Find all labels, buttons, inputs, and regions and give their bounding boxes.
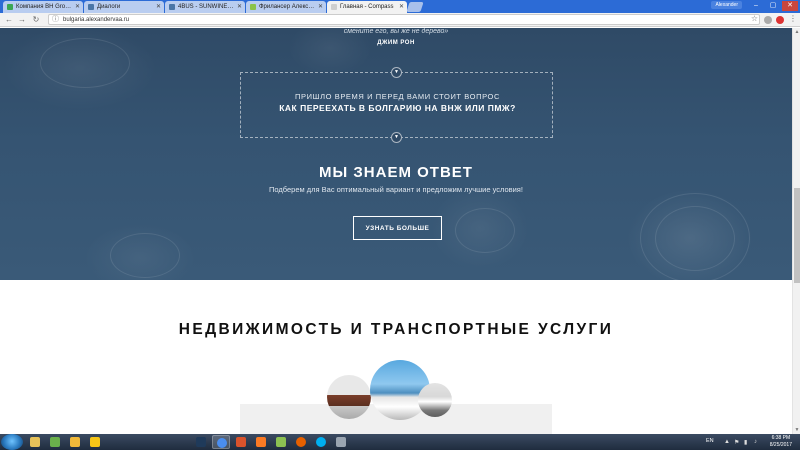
- tray-arrow-icon[interactable]: ▲: [724, 439, 730, 445]
- tab-label: Главная - Compass: [340, 4, 394, 10]
- xampp-icon: [256, 437, 266, 447]
- minimize-button[interactable]: –: [748, 1, 764, 11]
- tab-compass-home[interactable]: Главная - Compass ✕: [327, 1, 407, 13]
- tab-bh-group[interactable]: Компания BH Group - С ✕: [3, 1, 83, 13]
- window-close-button[interactable]: ✕: [782, 1, 798, 11]
- favicon-icon: [331, 4, 337, 10]
- tab-label: Диалоги: [97, 4, 121, 10]
- answer-title: МЫ ЗНАЕМ ОТВЕТ: [319, 164, 473, 181]
- taskbar-app[interactable]: [192, 435, 210, 449]
- warning-app-icon: [90, 437, 100, 447]
- explorer-icon: [30, 437, 40, 447]
- taskbar-app[interactable]: [86, 435, 104, 449]
- network-icon: [336, 437, 346, 447]
- close-icon[interactable]: ✕: [399, 1, 404, 13]
- chevron-down-icon: ▼: [391, 132, 402, 143]
- tab-dialogs[interactable]: Диалоги ✕: [84, 1, 164, 13]
- taskbar-app[interactable]: [66, 435, 84, 449]
- taskbar-app[interactable]: [332, 435, 350, 449]
- browser-toolbar: ← → ↻ ⓘ bulgaria.alexandervaa.ru ☆ ⋮: [0, 13, 800, 27]
- quote-author: ДЖИМ РОН: [377, 40, 415, 46]
- url-text: bulgaria.alexandervaa.ru: [63, 17, 130, 23]
- scroll-down-icon[interactable]: ▼: [793, 426, 800, 434]
- start-button[interactable]: [1, 434, 23, 450]
- close-icon[interactable]: ✕: [237, 1, 242, 13]
- question-box: ▼ ПРИШЛО ВРЕМЯ И ПЕРЕД ВАМИ СТОИТ ВОПРОС…: [240, 67, 553, 143]
- answer-subtitle: Подберем для Вас оптимальный вариант и п…: [269, 185, 523, 194]
- back-icon[interactable]: ←: [4, 15, 14, 25]
- page-info-icon[interactable]: ⓘ: [52, 15, 59, 25]
- hero-section: смените его, вы же не дерево» ДЖИМ РОН ▼…: [0, 28, 792, 283]
- network-icon[interactable]: ▮: [744, 439, 747, 446]
- favicon-icon: [7, 4, 13, 10]
- shell-decoration: [455, 208, 515, 253]
- browser-tab-strip: Компания BH Group - С ✕ Диалоги ✕ 4BUS -…: [0, 0, 800, 13]
- tab-label: Компания BH Group - С: [16, 4, 74, 10]
- maximize-button[interactable]: ▢: [765, 1, 781, 11]
- clock-date: 8/25/2017: [769, 441, 792, 448]
- favicon-icon: [250, 4, 256, 10]
- forward-icon[interactable]: →: [17, 15, 27, 25]
- favicon-icon: [88, 4, 94, 10]
- clock[interactable]: 6:38 PM 8/25/2017: [770, 435, 792, 448]
- house-photo: [327, 375, 371, 419]
- chevron-down-icon: ▼: [391, 67, 402, 78]
- clock-time: 6:38 PM: [771, 435, 791, 441]
- taskbar-app[interactable]: [292, 435, 310, 449]
- browser-menu-icon[interactable]: ⋮: [789, 14, 797, 23]
- media-icon: [236, 437, 246, 447]
- new-tab-button[interactable]: [406, 2, 424, 12]
- tab-label: Фрилансер Александр: [259, 4, 317, 10]
- language-indicator[interactable]: EN: [706, 438, 714, 444]
- taskbar-app[interactable]: [26, 435, 44, 449]
- chrome-icon: [217, 438, 227, 448]
- firefox-icon: [296, 437, 306, 447]
- page-viewport: смените его, вы же не дерево» ДЖИМ РОН ▼…: [0, 28, 792, 434]
- taskbar-app[interactable]: [46, 435, 64, 449]
- flag-icon[interactable]: ⚑: [734, 439, 739, 446]
- taskbar-app[interactable]: [312, 435, 330, 449]
- image-viewer-icon: [276, 437, 286, 447]
- scroll-up-icon[interactable]: ▲: [793, 28, 800, 36]
- close-icon[interactable]: ✕: [318, 1, 323, 13]
- folder-icon: [70, 437, 80, 447]
- photoshop-icon: [196, 437, 206, 447]
- extension-icon[interactable]: [776, 16, 784, 24]
- taskbar-app[interactable]: [252, 435, 270, 449]
- close-icon[interactable]: ✕: [156, 1, 161, 13]
- address-bar[interactable]: ⓘ bulgaria.alexandervaa.ru: [48, 14, 760, 25]
- volume-icon[interactable]: ♪: [754, 439, 757, 445]
- services-title: НЕДВИЖИМОСТЬ И ТРАНСПОРТНЫЕ УСЛУГИ: [178, 321, 614, 338]
- shell-decoration: [655, 206, 735, 271]
- learn-more-button[interactable]: УЗНАТЬ БОЛЬШЕ: [353, 216, 442, 240]
- reload-icon[interactable]: ↻: [31, 15, 41, 25]
- utorrent-icon: [50, 437, 60, 447]
- page-scrollbar[interactable]: ▲ ▼: [792, 28, 800, 434]
- close-icon[interactable]: ✕: [75, 1, 80, 13]
- taskbar-app[interactable]: [212, 435, 230, 449]
- taskbar: EN ▲ ⚑ ▮ ♪ 6:38 PM 8/25/2017: [0, 434, 800, 450]
- bookmark-star-icon[interactable]: ☆: [751, 14, 758, 23]
- taskbar-app[interactable]: [232, 435, 250, 449]
- shell-decoration: [110, 233, 180, 278]
- favicon-icon: [169, 4, 175, 10]
- taskbar-app[interactable]: [272, 435, 290, 449]
- question-intro: ПРИШЛО ВРЕМЯ И ПЕРЕД ВАМИ СТОИТ ВОПРОС: [295, 92, 500, 101]
- quote-text: смените его, вы же не дерево»: [343, 28, 449, 35]
- question-heading: КАК ПЕРЕЕХАТЬ В БОЛГАРИЮ НА ВНЖ ИЛИ ПМЖ?: [279, 103, 516, 113]
- tab-4bus[interactable]: 4BUS - SUNWINERGY ✕: [165, 1, 245, 13]
- tab-freelancer[interactable]: Фрилансер Александр ✕: [246, 1, 326, 13]
- profile-button[interactable]: Alexander: [711, 1, 742, 9]
- extension-icon[interactable]: [764, 16, 772, 24]
- tab-label: 4BUS - SUNWINERGY: [178, 4, 236, 10]
- scroll-thumb[interactable]: [794, 188, 800, 283]
- system-tray: EN ▲ ⚑ ▮ ♪ 6:38 PM 8/25/2017: [700, 434, 800, 450]
- skype-icon: [316, 437, 326, 447]
- apartment-photo: [418, 383, 452, 417]
